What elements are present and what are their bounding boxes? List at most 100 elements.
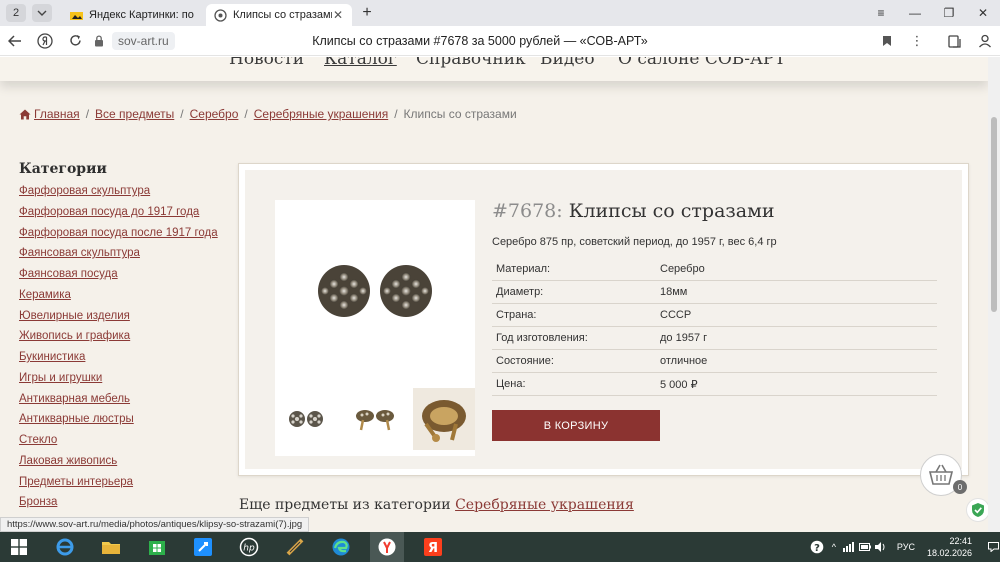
nav-item-news[interactable]: Новости	[229, 57, 304, 69]
category-link[interactable]: Фарфоровая посуда после 1917 года	[19, 227, 218, 239]
menu-icon[interactable]: ≡	[864, 0, 898, 26]
category-item: Фарфоровая скульптура	[19, 185, 229, 206]
category-item: Фарфоровая посуда после 1917 года	[19, 227, 229, 248]
rocket-app-icon[interactable]	[186, 532, 220, 562]
clock-time: 22:41	[949, 536, 972, 546]
nav-item-catalog[interactable]: Каталог	[324, 57, 397, 69]
spec-row-material: Материал: Серебро	[492, 258, 937, 281]
internet-explorer-icon[interactable]	[48, 532, 82, 562]
category-link[interactable]: Предметы интерьера	[19, 476, 133, 488]
edge-icon[interactable]	[324, 532, 358, 562]
add-to-cart-button[interactable]: В КОРЗИНУ	[492, 410, 660, 441]
category-link[interactable]: Антикварные люстры	[19, 413, 134, 425]
category-link[interactable]: Антикварная мебель	[19, 393, 130, 405]
thumbnail-strip	[275, 388, 475, 454]
reload-icon[interactable]	[60, 26, 90, 56]
category-link[interactable]: Фарфоровая скульптура	[19, 185, 150, 197]
breadcrumb: Главная / Все предметы / Серебро / Сереб…	[19, 107, 517, 121]
lock-icon[interactable]	[90, 26, 108, 56]
spec-value: до 1957 г	[660, 332, 708, 344]
new-tab-icon[interactable]: +	[358, 4, 376, 22]
tool-app-icon[interactable]	[278, 532, 312, 562]
nav-item-about[interactable]: О салоне СОВ-АРТ	[618, 57, 786, 69]
bookmark-icon[interactable]	[872, 26, 902, 56]
spec-key: Диаметр:	[496, 286, 544, 298]
address-bar: sov-art.ru Клипсы со стразами #7678 за 5…	[0, 26, 1000, 56]
tab-sov-art[interactable]: Клипсы со стразами #7678 за 5000 рублей …	[206, 4, 352, 26]
more-category-link[interactable]: Серебряные украшения	[455, 497, 634, 513]
collections-icon[interactable]	[940, 26, 970, 56]
page-scrollbar[interactable]	[988, 57, 1000, 532]
yandex-browser-icon[interactable]	[370, 532, 404, 562]
category-item: Антикварная мебель	[19, 393, 229, 414]
page-title[interactable]: Клипсы со стразами #7678 за 5000 рублей …	[300, 34, 660, 48]
tab-counter[interactable]: 2	[6, 4, 26, 22]
category-link[interactable]: Фарфоровая посуда до 1917 года	[19, 206, 199, 218]
home-icon[interactable]	[19, 109, 31, 120]
svg-text:hp: hp	[243, 544, 255, 554]
yandex-app-icon[interactable]: Я	[416, 532, 450, 562]
category-link[interactable]: Бронза	[19, 496, 57, 508]
sidebar-title: Категории	[19, 161, 107, 177]
file-explorer-icon[interactable]	[94, 532, 128, 562]
breadcrumb-silver[interactable]: Серебро	[190, 107, 239, 121]
thumbnail-front[interactable]	[275, 388, 337, 450]
volume-icon[interactable]	[873, 542, 889, 552]
main-product-photo[interactable]	[275, 200, 475, 382]
profile-icon[interactable]	[970, 26, 1000, 56]
keyboard-language[interactable]: РУС	[897, 542, 915, 552]
product-gallery	[275, 200, 475, 456]
network-icon[interactable]	[841, 542, 857, 552]
category-link[interactable]: Фаянсовая посуда	[19, 268, 118, 280]
thumbnail-side[interactable]	[344, 388, 406, 450]
help-icon[interactable]: ?	[807, 540, 827, 554]
spec-row-year: Год изготовления: до 1957 г	[492, 327, 937, 350]
category-item: Бронза	[19, 496, 229, 517]
system-clock[interactable]: 22:41 18.02.2026	[927, 535, 972, 559]
yandex-logo-icon[interactable]	[30, 26, 60, 56]
category-link[interactable]: Игры и игрушки	[19, 372, 102, 384]
category-link[interactable]: Букинистика	[19, 351, 85, 363]
protection-shield-icon[interactable]	[966, 498, 990, 522]
close-tab-icon[interactable]: ✕	[332, 8, 344, 22]
breadcrumb-silver-jewelry[interactable]: Серебряные украшения	[254, 107, 388, 121]
spec-key: Состояние:	[496, 355, 554, 367]
scrollbar-thumb[interactable]	[991, 117, 997, 312]
nav-item-reference[interactable]: Справочник	[416, 57, 526, 69]
restore-icon[interactable]: ❐	[932, 0, 966, 26]
windows-start-icon[interactable]	[2, 532, 36, 562]
category-item: Игры и игрушки	[19, 372, 229, 393]
category-link[interactable]: Керамика	[19, 289, 71, 301]
spec-key: Год изготовления:	[496, 332, 588, 344]
nav-item-video[interactable]: Видео	[540, 57, 595, 69]
category-link[interactable]: Ювелирные изделия	[19, 310, 130, 322]
tab-yandex-images[interactable]: Яндекс Картинки: поиск	[62, 4, 202, 26]
spec-value: 18мм	[660, 286, 688, 298]
category-link[interactable]: Лаковая живопись	[19, 455, 117, 467]
product-number: #7678:	[492, 200, 563, 222]
main-nav: Новости Каталог Справочник Видео О салон…	[0, 57, 988, 81]
notifications-icon[interactable]	[986, 542, 1000, 552]
spec-key: Материал:	[496, 263, 551, 275]
battery-icon[interactable]	[857, 543, 873, 551]
category-link[interactable]: Фаянсовая скульптура	[19, 247, 140, 259]
status-bar-url: https://www.sov-art.ru/media/photos/anti…	[0, 517, 310, 532]
category-item: Фаянсовая скульптура	[19, 247, 229, 268]
category-link[interactable]: Стекло	[19, 434, 57, 446]
chevron-up-icon[interactable]: ^	[827, 542, 841, 552]
url-domain[interactable]: sov-art.ru	[112, 31, 175, 50]
breadcrumb-home[interactable]: Главная	[34, 107, 80, 121]
breadcrumb-all-items[interactable]: Все предметы	[95, 107, 174, 121]
thumbnail-back[interactable]	[413, 388, 475, 450]
spec-row-condition: Состояние: отличное	[492, 350, 937, 373]
category-item: Ювелирные изделия	[19, 310, 229, 331]
hp-icon[interactable]: hp	[232, 532, 266, 562]
category-link[interactable]: Живопись и графика	[19, 330, 130, 342]
product-name: Клипсы со стразами	[568, 200, 775, 222]
more-options-icon[interactable]: ⋮	[902, 26, 932, 56]
tab-list-chevron-icon[interactable]	[32, 4, 52, 22]
minimize-icon[interactable]: —	[898, 0, 932, 26]
close-window-icon[interactable]: ✕	[966, 0, 1000, 26]
store-icon[interactable]	[140, 532, 174, 562]
back-arrow-icon[interactable]	[0, 26, 30, 56]
